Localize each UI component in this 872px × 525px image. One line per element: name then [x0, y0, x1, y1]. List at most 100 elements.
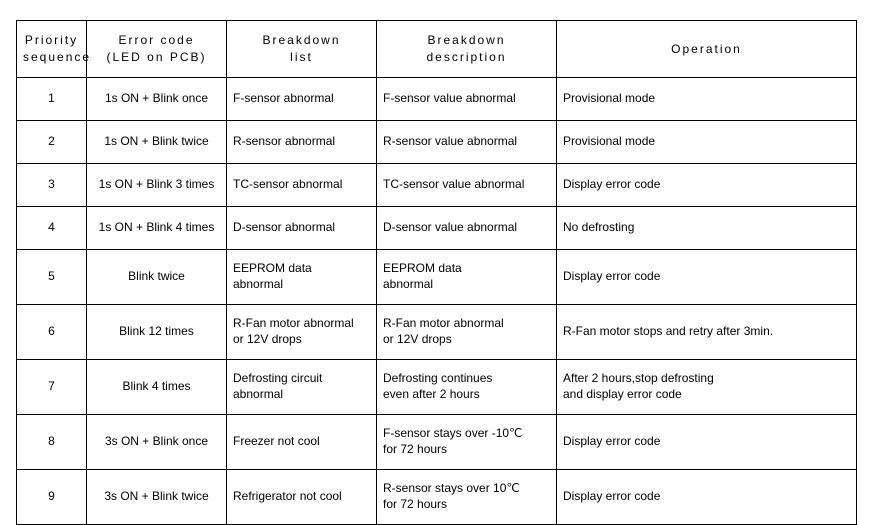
cell-priority-text: 9	[48, 489, 55, 503]
cell-operation: R-Fan motor stops and retry after 3min.	[557, 305, 857, 360]
cell-breakdown-desc-text: Defrosting continues even after 2 hours	[383, 371, 492, 401]
cell-error-code: Blink twice	[87, 250, 227, 305]
cell-breakdown-list-text: Defrosting circuit abnormal	[233, 371, 322, 401]
cell-operation: Display error code	[557, 470, 857, 525]
cell-priority: 4	[17, 207, 87, 250]
cell-breakdown-desc: R-sensor value abnormal	[377, 121, 557, 164]
cell-breakdown-desc-text: R-Fan motor abnormal or 12V drops	[383, 316, 504, 346]
header-breakdown-list: Breakdown list	[227, 21, 377, 78]
cell-priority: 1	[17, 78, 87, 121]
cell-operation-text: Provisional mode	[563, 134, 655, 148]
cell-error-code-text: 3s ON + Blink twice	[104, 489, 208, 503]
cell-priority-text: 6	[48, 324, 55, 338]
header-breakdown-desc: Breakdown description	[377, 21, 557, 78]
cell-operation: Display error code	[557, 415, 857, 470]
cell-breakdown-list-text: Freezer not cool	[233, 434, 320, 448]
cell-operation: After 2 hours,stop defrosting and displa…	[557, 360, 857, 415]
cell-priority: 7	[17, 360, 87, 415]
cell-priority-text: 1	[48, 91, 55, 105]
cell-operation-text: Display error code	[563, 489, 660, 503]
cell-operation: Provisional mode	[557, 78, 857, 121]
cell-breakdown-list-text: D-sensor abnormal	[233, 220, 335, 234]
cell-error-code: 1s ON + Blink 3 times	[87, 164, 227, 207]
cell-breakdown-desc-text: EEPROM data abnormal	[383, 261, 462, 291]
cell-breakdown-desc-text: TC-sensor value abnormal	[383, 177, 524, 191]
cell-error-code: 1s ON + Blink once	[87, 78, 227, 121]
cell-operation-text: Display error code	[563, 434, 660, 448]
table-header-row: Priority sequence Error code (LED on PCB…	[17, 21, 857, 78]
cell-operation-text: Provisional mode	[563, 91, 655, 105]
cell-operation: Display error code	[557, 250, 857, 305]
cell-priority: 6	[17, 305, 87, 360]
cell-breakdown-list-text: Refrigerator not cool	[233, 489, 342, 503]
cell-error-code-text: 1s ON + Blink twice	[104, 134, 208, 148]
table-row: 2 1s ON + Blink twice R-sensor abnormal R-s…	[17, 121, 857, 164]
cell-breakdown-desc: D-sensor value abnormal	[377, 207, 557, 250]
cell-error-code-text: Blink 4 times	[122, 379, 190, 393]
cell-operation: Display error code	[557, 164, 857, 207]
table-row: 9 3s ON + Blink twice Refrigerator not coo…	[17, 470, 857, 525]
cell-error-code-text: 1s ON + Blink once	[105, 91, 208, 105]
cell-priority-text: 4	[48, 220, 55, 234]
cell-breakdown-desc-text: R-sensor value abnormal	[383, 134, 517, 148]
cell-operation-text: R-Fan motor stops and retry after 3min.	[563, 324, 773, 338]
cell-breakdown-desc: F-sensor value abnormal	[377, 78, 557, 121]
cell-breakdown-list-text: R-Fan motor abnormal or 12V drops	[233, 316, 354, 346]
cell-operation: No defrosting	[557, 207, 857, 250]
cell-breakdown-list: Freezer not cool	[227, 415, 377, 470]
cell-breakdown-desc-text: D-sensor value abnormal	[383, 220, 517, 234]
cell-error-code-text: Blink twice	[128, 269, 185, 283]
cell-breakdown-desc: TC-sensor value abnormal	[377, 164, 557, 207]
cell-breakdown-list: D-sensor abnormal	[227, 207, 377, 250]
header-priority: Priority sequence	[17, 21, 87, 78]
cell-breakdown-desc: R-sensor stays over 10℃ for 72 hours	[377, 470, 557, 525]
cell-breakdown-list: TC-sensor abnormal	[227, 164, 377, 207]
cell-breakdown-list-text: EEPROM data abnormal	[233, 261, 312, 291]
cell-priority-text: 7	[48, 379, 55, 393]
cell-error-code: 3s ON + Blink twice	[87, 470, 227, 525]
header-operation: Operation	[557, 21, 857, 78]
table-row: 4 1s ON + Blink 4 times D-sensor abnormal D…	[17, 207, 857, 250]
table-row: 8 3s ON + Blink once Freezer not cool F-sen…	[17, 415, 857, 470]
cell-error-code: Blink 12 times	[87, 305, 227, 360]
cell-priority: 9	[17, 470, 87, 525]
cell-breakdown-list: EEPROM data abnormal	[227, 250, 377, 305]
cell-error-code: 1s ON + Blink twice	[87, 121, 227, 164]
cell-breakdown-desc: EEPROM data abnormal	[377, 250, 557, 305]
cell-breakdown-list: Defrosting circuit abnormal	[227, 360, 377, 415]
cell-breakdown-desc: F-sensor stays over -10℃ for 72 hours	[377, 415, 557, 470]
cell-breakdown-desc-text: F-sensor stays over -10℃ for 72 hours	[383, 426, 523, 456]
cell-breakdown-desc-text: F-sensor value abnormal	[383, 91, 516, 105]
cell-operation-text: Display error code	[563, 177, 660, 191]
table-row: 6Blink 12 timesR-Fan motor abnormal or 1…	[17, 305, 857, 360]
cell-error-code-text: 1s ON + Blink 3 times	[99, 177, 215, 191]
error-code-table: Priority sequence Error code (LED on PCB…	[16, 20, 857, 525]
cell-priority-text: 3	[48, 177, 55, 191]
cell-priority: 8	[17, 415, 87, 470]
cell-operation: Provisional mode	[557, 121, 857, 164]
table-row: 1 1s ON + Blink once F-sensor abnormal F-se…	[17, 78, 857, 121]
cell-breakdown-list: Refrigerator not cool	[227, 470, 377, 525]
cell-breakdown-list: R-Fan motor abnormal or 12V drops	[227, 305, 377, 360]
cell-breakdown-list: F-sensor abnormal	[227, 78, 377, 121]
table-row: 7 Blink 4 times Defrosting circuit abnorma…	[17, 360, 857, 415]
cell-error-code: 3s ON + Blink once	[87, 415, 227, 470]
cell-breakdown-list: R-sensor abnormal	[227, 121, 377, 164]
header-error-code: Error code (LED on PCB)	[87, 21, 227, 78]
cell-breakdown-list-text: TC-sensor abnormal	[233, 177, 342, 191]
cell-priority-text: 2	[48, 134, 55, 148]
cell-priority: 2	[17, 121, 87, 164]
cell-priority-text: 5	[48, 269, 55, 283]
cell-priority: 5	[17, 250, 87, 305]
cell-breakdown-desc: Defrosting continues even after 2 hours	[377, 360, 557, 415]
table-row: 5 Blink twice EEPROM data abnormal EEPROM d…	[17, 250, 857, 305]
cell-operation-text: Display error code	[563, 269, 660, 283]
cell-error-code-text: 3s ON + Blink once	[105, 434, 208, 448]
cell-breakdown-list-text: F-sensor abnormal	[233, 91, 334, 105]
cell-breakdown-desc-text: R-sensor stays over 10℃ for 72 hours	[383, 481, 520, 511]
cell-breakdown-list-text: R-sensor abnormal	[233, 134, 335, 148]
table-row: 3 1s ON + Blink 3 times TC-sensor abnormal…	[17, 164, 857, 207]
table-body: 1 1s ON + Blink once F-sensor abnormal F-se…	[17, 78, 857, 525]
cell-error-code-text: 1s ON + Blink 4 times	[99, 220, 215, 234]
cell-priority-text: 8	[48, 434, 55, 448]
